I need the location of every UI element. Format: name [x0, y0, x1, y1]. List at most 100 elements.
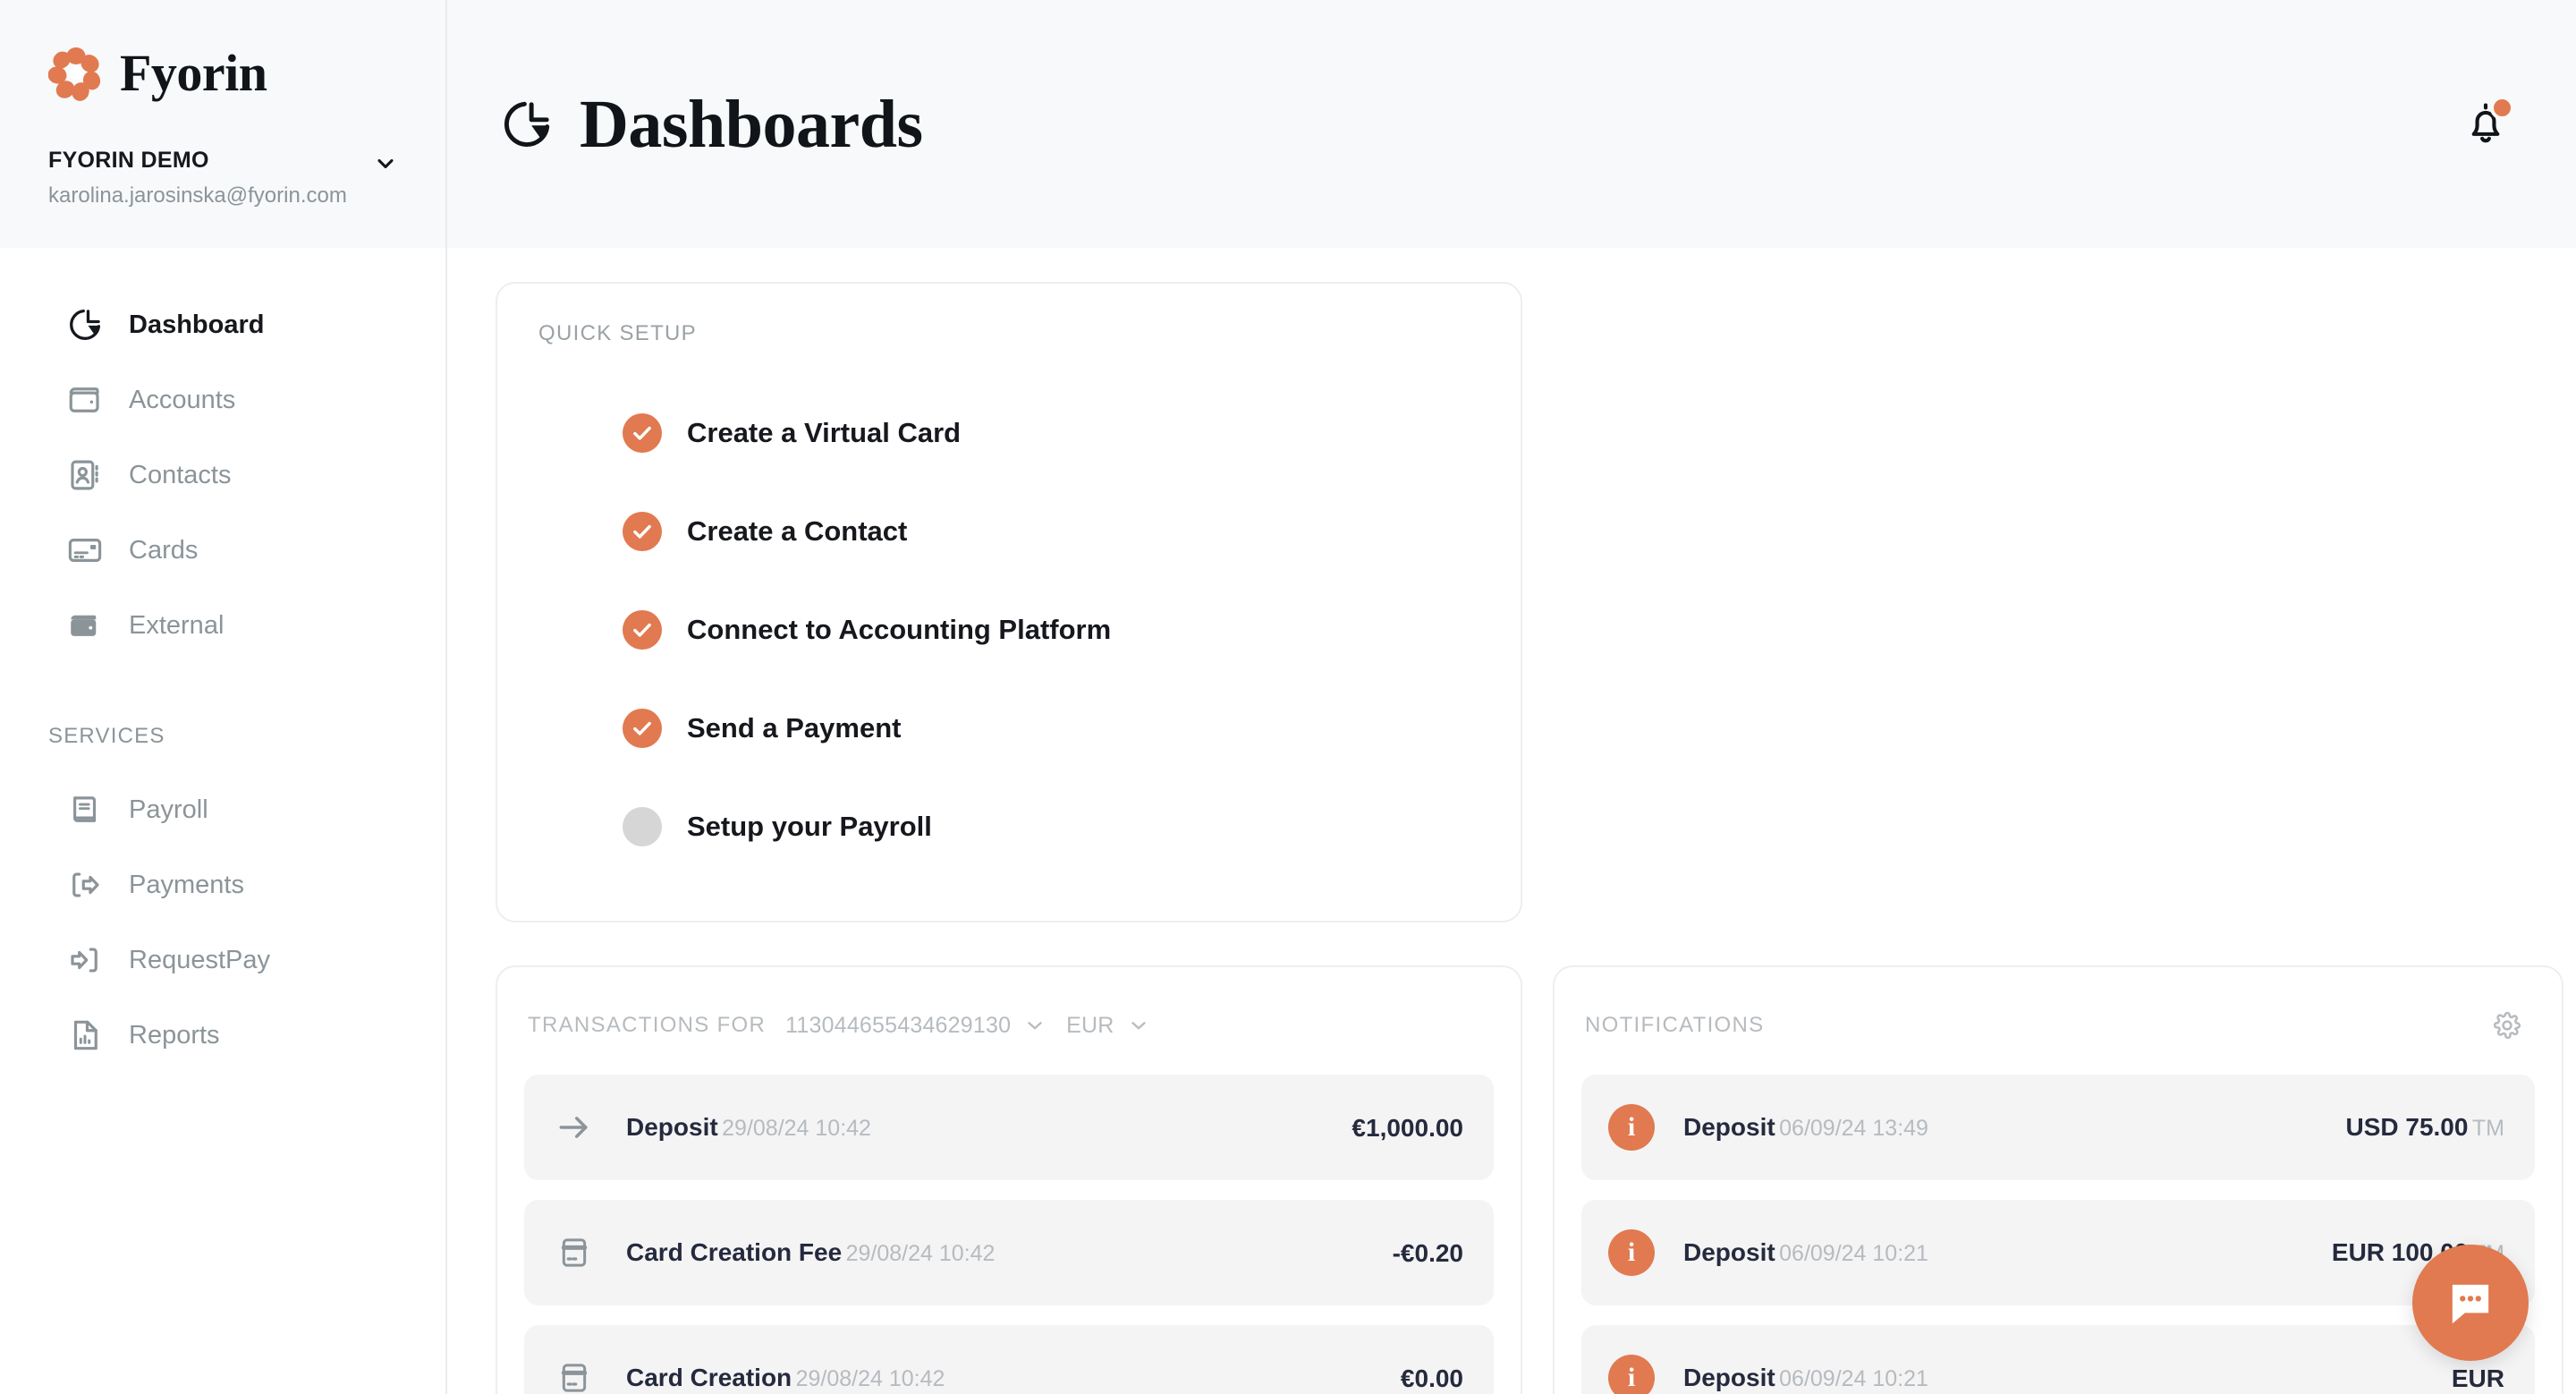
account-select-value: 113044655434629130 — [785, 1012, 1012, 1038]
external-wallet-icon — [64, 605, 106, 646]
quick-setup-list: Create a Virtual Card Create a Contact C… — [497, 384, 1521, 876]
sidebar-item-reports[interactable]: Reports — [0, 998, 445, 1073]
check-circle-icon — [623, 610, 662, 650]
sidebar-header: Fyorin FYORIN DEMO karolina.jarosinska@f… — [0, 0, 445, 248]
list-item[interactable]: i Deposit 06/09/24 13:49 USD 75.00 TM — [1581, 1075, 2535, 1180]
app-root: Fyorin FYORIN DEMO karolina.jarosinska@f… — [0, 0, 2576, 1394]
sidebar-item-label: Accounts — [129, 385, 236, 414]
page-header: Dashboards — [447, 0, 2576, 248]
quick-setup-label: QUICK SETUP — [538, 321, 697, 345]
notification-title: Deposit — [1683, 1238, 1775, 1267]
sidebar-item-label: External — [129, 610, 225, 640]
sidebar-section-services: SERVICES — [48, 724, 165, 748]
notification-date: 06/09/24 10:21 — [1779, 1366, 1928, 1392]
pie-chart-icon — [499, 97, 555, 152]
empty-circle-icon — [623, 807, 662, 846]
arrow-out-icon — [64, 864, 106, 905]
transaction-date: 29/08/24 10:42 — [795, 1366, 945, 1392]
card-icon — [551, 1355, 597, 1394]
sidebar-item-payments[interactable]: Payments — [0, 847, 445, 922]
chevron-down-icon[interactable] — [370, 149, 401, 179]
chevron-down-icon — [1131, 1022, 1146, 1030]
notifications-list: i Deposit 06/09/24 13:49 USD 75.00 TM i … — [1555, 1075, 2562, 1394]
notifications-card: NOTIFICATIONS i Deposit 06/09/24 13:49 U… — [1553, 965, 2563, 1394]
sidebar-nav: Dashboard Accounts Contacts Cards Extern… — [0, 248, 445, 1073]
chevron-down-icon — [1028, 1022, 1042, 1030]
transaction-amount-wrap: -€0.20 — [1393, 1237, 1463, 1269]
transaction-info: Card Creation 29/08/24 10:42 — [626, 1362, 1401, 1393]
page-title-group: Dashboards — [499, 90, 923, 158]
account-select[interactable]: 113044655434629130 — [785, 1013, 1046, 1039]
dashboard-content: QUICK SETUP Create a Virtual Card Create… — [447, 248, 2576, 1394]
sidebar-item-requestpay[interactable]: RequestPay — [0, 922, 445, 998]
brand-logo[interactable]: Fyorin — [47, 39, 397, 107]
notification-date: 06/09/24 10:21 — [1779, 1241, 1928, 1267]
dashboard-lower-row: TRANSACTIONS FOR 113044655434629130 EUR — [496, 965, 2563, 1394]
quick-setup-item[interactable]: Setup your Payroll — [497, 778, 1521, 876]
sidebar-item-cards[interactable]: Cards — [0, 513, 445, 588]
notification-info: Deposit 06/09/24 10:21 — [1683, 1362, 2452, 1393]
sidebar-item-label: Reports — [129, 1020, 220, 1050]
notification-amount-wrap: USD 75.00 TM — [2345, 1111, 2504, 1143]
contact-book-icon — [64, 455, 106, 496]
notification-info: Deposit 06/09/24 13:49 — [1683, 1111, 2345, 1143]
fyorin-flower-icon — [47, 46, 104, 101]
notification-title: Deposit — [1683, 1113, 1775, 1142]
quick-setup-item[interactable]: Connect to Accounting Platform — [497, 581, 1521, 679]
notification-amount: USD 75.00 — [2345, 1113, 2469, 1142]
transaction-title: Deposit — [626, 1113, 718, 1142]
transaction-title: Card Creation Fee — [626, 1238, 843, 1267]
card-icon — [551, 1229, 597, 1276]
notifications-label: NOTIFICATIONS — [1585, 1013, 1765, 1037]
unread-indicator-dot — [2490, 95, 2514, 120]
arrow-right-icon — [551, 1104, 597, 1151]
sidebar-item-contacts[interactable]: Contacts — [0, 438, 445, 513]
transaction-amount-wrap: €1,000.00 — [1352, 1112, 1463, 1143]
table-row[interactable]: Card Creation Fee 29/08/24 10:42 -€0.20 — [524, 1200, 1494, 1305]
brand-name: Fyorin — [120, 44, 267, 102]
transaction-amount-wrap: €0.00 — [1401, 1363, 1463, 1394]
quick-setup-card: QUICK SETUP Create a Virtual Card Create… — [496, 282, 1522, 922]
check-circle-icon — [623, 512, 662, 551]
quick-setup-item[interactable]: Create a Contact — [497, 482, 1521, 581]
table-row[interactable]: Deposit 29/08/24 10:42 €1,000.00 — [524, 1075, 1494, 1180]
quick-setup-item-label: Create a Virtual Card — [687, 417, 962, 448]
org-name: FYORIN DEMO — [48, 148, 209, 173]
book-icon — [64, 789, 106, 830]
notification-title: Deposit — [1683, 1364, 1775, 1392]
info-icon: i — [1608, 1104, 1655, 1151]
pie-chart-icon — [64, 304, 106, 345]
quick-setup-item-label: Setup your Payroll — [687, 811, 932, 842]
sidebar-item-payroll[interactable]: Payroll — [0, 772, 445, 847]
card-icon — [64, 530, 106, 571]
notification-amount-wrap: EUR — [2452, 1363, 2504, 1394]
sidebar-item-dashboard[interactable]: Dashboard — [0, 287, 445, 362]
quick-setup-item[interactable]: Create a Virtual Card — [497, 384, 1521, 482]
quick-setup-item-label: Connect to Accounting Platform — [687, 614, 1112, 645]
currency-select[interactable]: EUR — [1066, 1013, 1149, 1039]
table-row[interactable]: Card Creation 29/08/24 10:42 €0.00 — [524, 1325, 1494, 1394]
sidebar-item-label: Dashboard — [129, 310, 265, 339]
notifications-header: NOTIFICATIONS — [1555, 1007, 2562, 1044]
org-switcher[interactable]: FYORIN DEMO karolina.jarosinska@fyorin.c… — [48, 147, 397, 209]
document-chart-icon — [64, 1015, 106, 1056]
sidebar-item-label: RequestPay — [129, 945, 270, 974]
transaction-date: 29/08/24 10:42 — [722, 1116, 871, 1142]
check-circle-icon — [623, 413, 662, 453]
transactions-list: Deposit 29/08/24 10:42 €1,000.00 Card Cr… — [497, 1075, 1521, 1394]
sidebar-item-label: Contacts — [129, 460, 232, 489]
notifications-bell-button[interactable] — [2460, 95, 2514, 150]
transaction-amount: -€0.20 — [1392, 1238, 1463, 1267]
sidebar-item-accounts[interactable]: Accounts — [0, 362, 445, 438]
notification-meta: TM — [2471, 1116, 2504, 1142]
sidebar-item-external[interactable]: External — [0, 588, 445, 663]
chat-bubble-icon — [2452, 1284, 2489, 1324]
transaction-info: Card Creation Fee 29/08/24 10:42 — [626, 1237, 1393, 1268]
currency-select-value: EUR — [1066, 1012, 1114, 1038]
chat-support-button[interactable] — [2412, 1245, 2529, 1361]
quick-setup-item[interactable]: Send a Payment — [497, 679, 1521, 778]
transaction-title: Card Creation — [626, 1364, 792, 1392]
list-item[interactable]: i Deposit 06/09/24 10:21 EUR 100.00 TM — [1581, 1200, 2535, 1305]
gear-icon[interactable] — [2492, 1010, 2522, 1041]
list-item[interactable]: i Deposit 06/09/24 10:21 EUR — [1581, 1325, 2535, 1394]
